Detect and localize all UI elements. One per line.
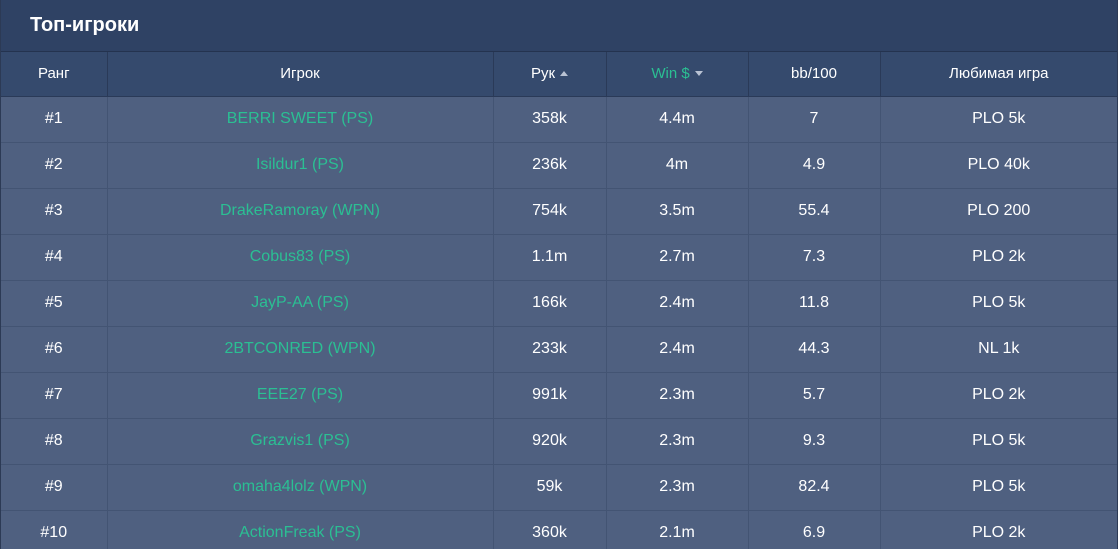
win-cell: 4m (605, 142, 748, 189)
win-cell: 2.3m (605, 464, 748, 511)
caret-down-icon (694, 70, 703, 76)
table-row: #3 DrakeRamoray (WPN) 754k 3.5m 55.4 PLO… (1, 188, 1117, 235)
bb100-cell: 7 (747, 96, 880, 143)
hands-cell: 166k (492, 280, 606, 327)
table-body: #1 BERRI SWEET (PS) 358k 4.4m 7 PLO 5k #… (1, 96, 1117, 549)
rank-cell: #3 (1, 188, 107, 235)
player-cell: BERRI SWEET (PS) (106, 96, 493, 143)
header-win-label: Win $ (651, 65, 690, 83)
favorite-game-cell: PLO 5k (879, 280, 1117, 327)
table-row: #5 JayP-AA (PS) 166k 2.4m 11.8 PLO 5k (1, 280, 1117, 327)
win-cell: 2.7m (605, 234, 748, 281)
player-cell: EEE27 (PS) (106, 372, 493, 419)
player-link[interactable]: Isildur1 (PS) (256, 156, 344, 173)
player-link[interactable]: ActionFreak (PS) (239, 524, 361, 541)
bb100-cell: 9.3 (747, 418, 880, 465)
header-player: Игрок (106, 52, 493, 97)
rank-cell: #8 (1, 418, 107, 465)
table-row: #2 Isildur1 (PS) 236k 4m 4.9 PLO 40k (1, 142, 1117, 189)
favorite-game-cell: NL 1k (879, 326, 1117, 373)
hands-cell: 358k (492, 96, 606, 143)
table-header: Ранг Игрок Рук Win $ bb/100 Любимая игра (1, 52, 1117, 97)
bb100-cell: 7.3 (747, 234, 880, 281)
bb100-cell: 4.9 (747, 142, 880, 189)
table-header-row: Ранг Игрок Рук Win $ bb/100 Любимая игра (1, 52, 1117, 97)
hands-cell: 754k (492, 188, 606, 235)
rank-cell: #2 (1, 142, 107, 189)
rank-cell: #7 (1, 372, 107, 419)
favorite-game-cell: PLO 2k (879, 372, 1117, 419)
table-row: #7 EEE27 (PS) 991k 2.3m 5.7 PLO 2k (1, 372, 1117, 419)
table-row: #9 omaha4lolz (WPN) 59k 2.3m 82.4 PLO 5k (1, 464, 1117, 511)
favorite-game-cell: PLO 5k (879, 464, 1117, 511)
hands-cell: 360k (492, 510, 606, 549)
hands-cell: 991k (492, 372, 606, 419)
player-link[interactable]: EEE27 (PS) (257, 386, 343, 403)
hands-cell: 1.1m (492, 234, 606, 281)
bb100-cell: 82.4 (747, 464, 880, 511)
bb100-cell: 5.7 (747, 372, 880, 419)
bb100-cell: 6.9 (747, 510, 880, 549)
table-row: #4 Cobus83 (PS) 1.1m 2.7m 7.3 PLO 2k (1, 234, 1117, 281)
hands-cell: 236k (492, 142, 606, 189)
player-link[interactable]: DrakeRamoray (WPN) (220, 202, 380, 219)
player-link[interactable]: JayP-AA (PS) (251, 294, 349, 311)
player-cell: ActionFreak (PS) (106, 510, 493, 549)
player-cell: Isildur1 (PS) (106, 142, 493, 189)
header-favorite-game: Любимая игра (879, 52, 1117, 97)
win-cell: 2.1m (605, 510, 748, 549)
bb100-cell: 11.8 (747, 280, 880, 327)
win-cell: 2.4m (605, 280, 748, 327)
player-cell: omaha4lolz (WPN) (106, 464, 493, 511)
player-link[interactable]: Cobus83 (PS) (250, 248, 351, 265)
hands-cell: 233k (492, 326, 606, 373)
bb100-cell: 55.4 (747, 188, 880, 235)
table-row: #8 Grazvis1 (PS) 920k 2.3m 9.3 PLO 5k (1, 418, 1117, 465)
favorite-game-cell: PLO 2k (879, 510, 1117, 549)
header-bb100: bb/100 (747, 52, 880, 97)
player-link[interactable]: BERRI SWEET (PS) (227, 110, 373, 127)
header-win-sort[interactable]: Win $ (605, 52, 748, 97)
table-row: #6 2BTCONRED (WPN) 233k 2.4m 44.3 NL 1k (1, 326, 1117, 373)
win-cell: 4.4m (605, 96, 748, 143)
rank-cell: #4 (1, 234, 107, 281)
table-row: #1 BERRI SWEET (PS) 358k 4.4m 7 PLO 5k (1, 96, 1117, 143)
header-hands-sort[interactable]: Рук (492, 52, 606, 97)
win-cell: 2.3m (605, 372, 748, 419)
panel-header: Топ-игроки (1, 0, 1117, 52)
win-cell: 2.4m (605, 326, 748, 373)
win-cell: 2.3m (605, 418, 748, 465)
header-rank: Ранг (1, 52, 107, 97)
player-link[interactable]: 2BTCONRED (WPN) (224, 340, 375, 357)
hands-cell: 59k (492, 464, 606, 511)
player-cell: Grazvis1 (PS) (106, 418, 493, 465)
panel-title: Топ-игроки (30, 14, 140, 36)
caret-up-icon (560, 70, 569, 76)
header-hands-label: Рук (530, 65, 556, 83)
rank-cell: #5 (1, 280, 107, 327)
favorite-game-cell: PLO 2k (879, 234, 1117, 281)
favorite-game-cell: PLO 200 (879, 188, 1117, 235)
favorite-game-cell: PLO 5k (879, 418, 1117, 465)
win-cell: 3.5m (605, 188, 748, 235)
player-cell: JayP-AA (PS) (106, 280, 493, 327)
rank-cell: #10 (1, 510, 107, 549)
rank-cell: #6 (1, 326, 107, 373)
rank-cell: #9 (1, 464, 107, 511)
top-players-table: Ранг Игрок Рук Win $ bb/100 Любимая игра… (1, 52, 1117, 549)
favorite-game-cell: PLO 5k (879, 96, 1117, 143)
player-cell: DrakeRamoray (WPN) (106, 188, 493, 235)
bb100-cell: 44.3 (747, 326, 880, 373)
player-cell: 2BTCONRED (WPN) (106, 326, 493, 373)
favorite-game-cell: PLO 40k (879, 142, 1117, 189)
player-link[interactable]: Grazvis1 (PS) (250, 432, 350, 449)
player-cell: Cobus83 (PS) (106, 234, 493, 281)
top-players-panel: Топ-игроки Ранг Игрок Рук Win $ bb/100 Л… (0, 0, 1118, 549)
hands-cell: 920k (492, 418, 606, 465)
player-link[interactable]: omaha4lolz (WPN) (233, 478, 367, 495)
rank-cell: #1 (1, 96, 107, 143)
table-row: #10 ActionFreak (PS) 360k 2.1m 6.9 PLO 2… (1, 510, 1117, 549)
